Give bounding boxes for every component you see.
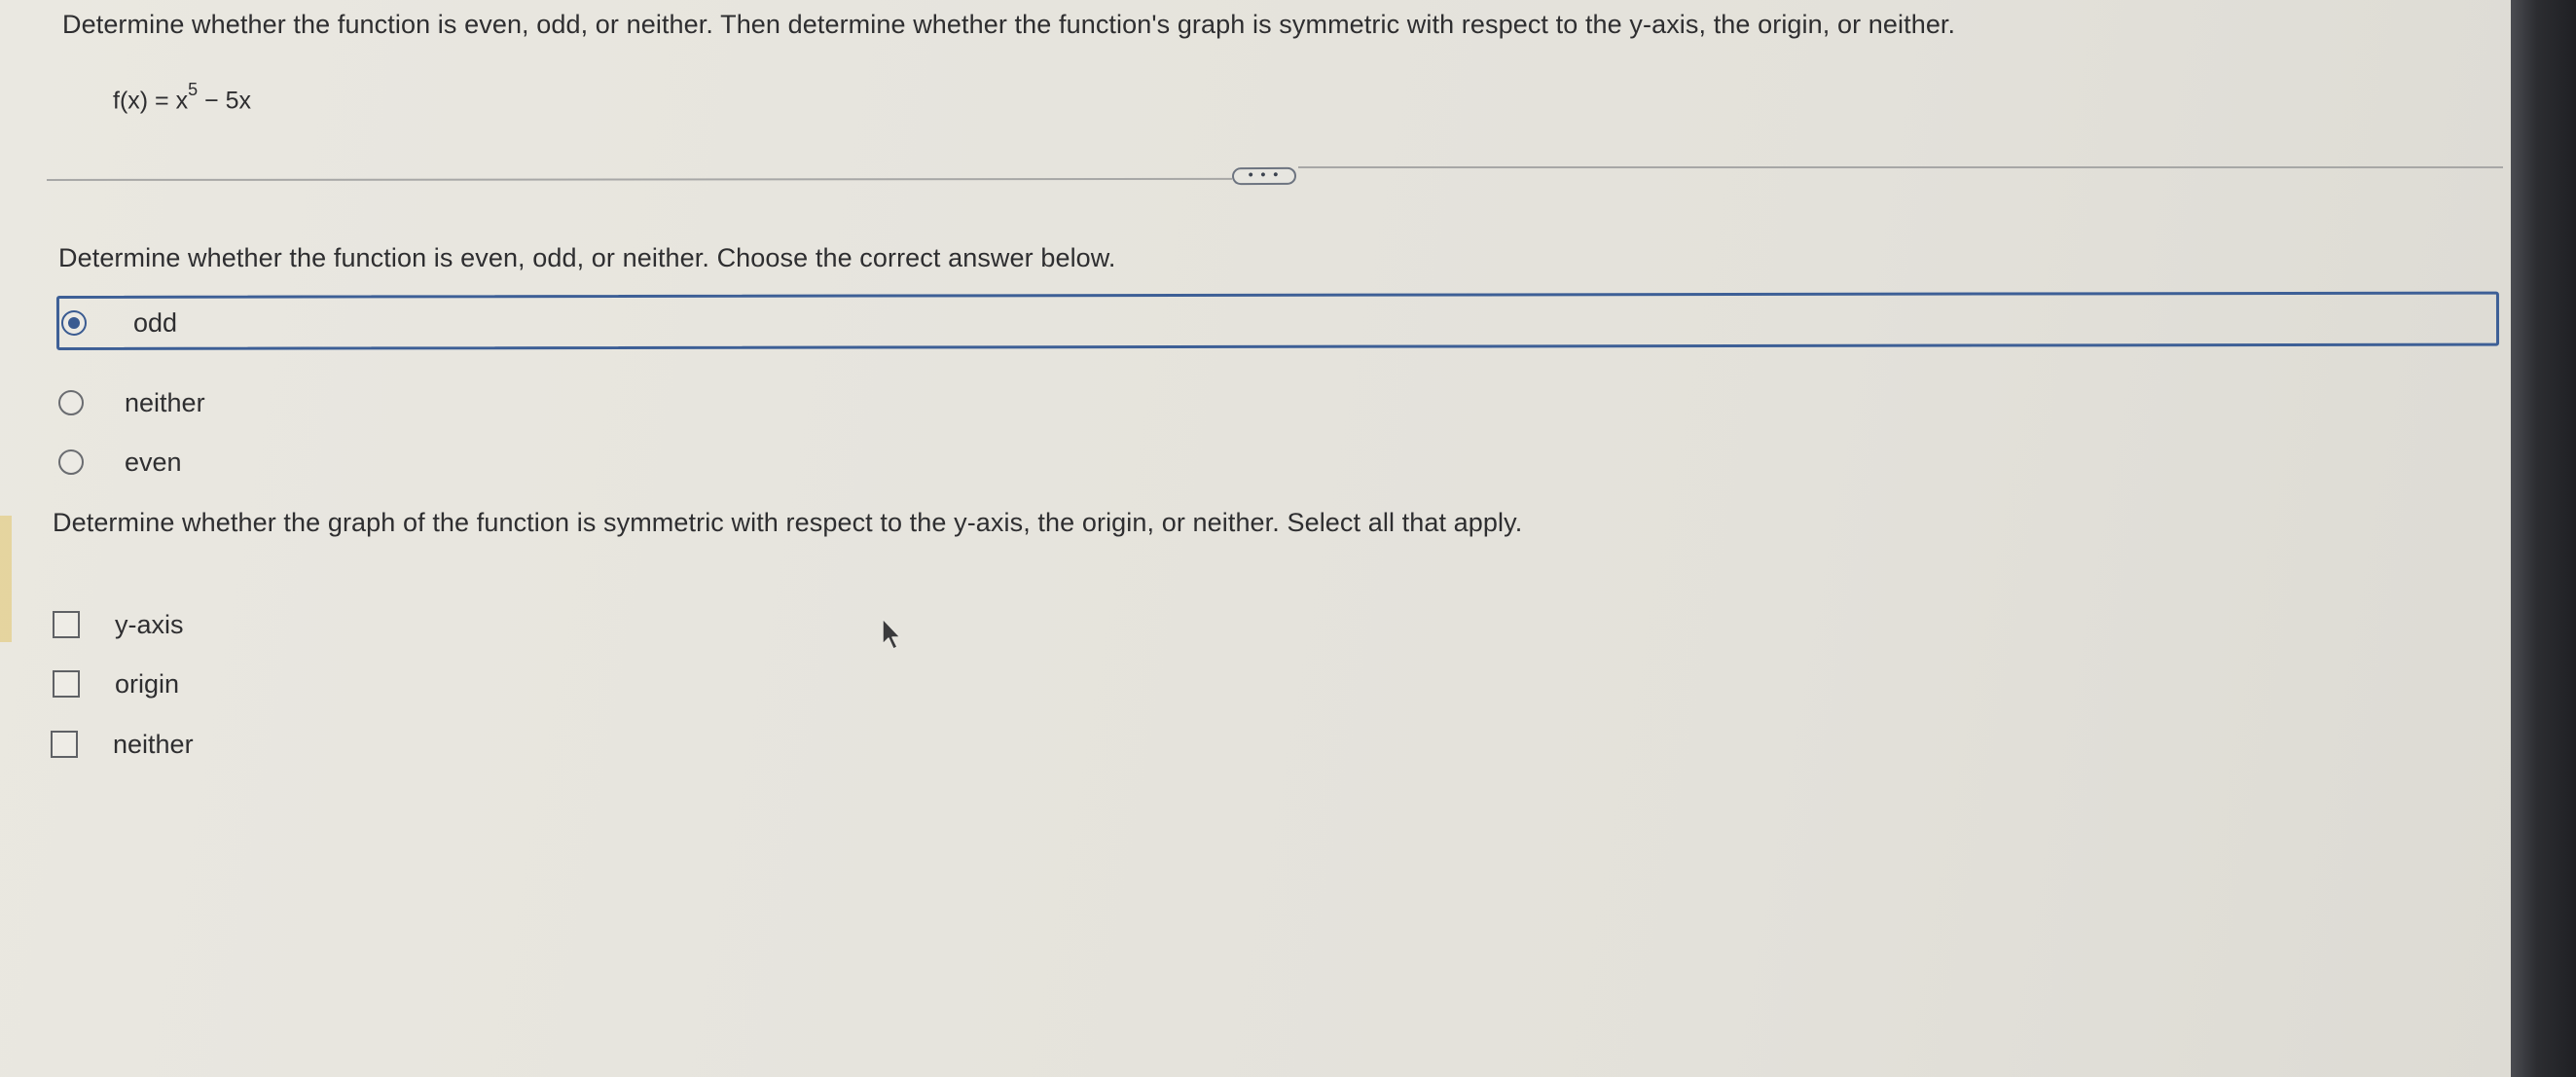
answer-option-neither[interactable]: neither xyxy=(58,378,205,427)
equation-exponent: 5 xyxy=(188,80,199,99)
answer-option-odd[interactable]: odd xyxy=(55,291,2500,350)
instructions-text: Determine whether the function is even, … xyxy=(62,10,1956,39)
answer-option-even[interactable]: even xyxy=(58,438,182,486)
left-edge-highlight xyxy=(0,516,12,642)
monitor-bezel xyxy=(2511,0,2576,1077)
radio-neither[interactable] xyxy=(58,390,84,415)
section-divider-right xyxy=(1298,166,2503,168)
option-label-even: even xyxy=(125,447,182,477)
check-label-y-axis: y-axis xyxy=(115,609,184,639)
question-screen: Determine whether the function is even, … xyxy=(0,0,2511,1077)
function-equation: f(x) = x5 − 5x xyxy=(113,80,252,115)
question2-prompt: Determine whether the graph of the funct… xyxy=(53,508,1523,537)
equation-base: f(x) = x xyxy=(113,87,189,115)
symmetry-option-y-axis[interactable]: y-axis xyxy=(53,600,184,649)
option-label-neither: neither xyxy=(125,387,205,417)
checkbox-y-axis[interactable] xyxy=(53,611,80,638)
check-label-neither: neither xyxy=(113,729,194,759)
mouse-cursor-icon xyxy=(882,618,901,650)
checkbox-origin[interactable] xyxy=(53,670,80,698)
option-label-odd: odd xyxy=(132,307,178,338)
radio-even[interactable] xyxy=(58,449,84,475)
equation-tail: − 5x xyxy=(198,87,252,115)
check-label-origin: origin xyxy=(115,668,180,699)
symmetry-option-origin[interactable]: origin xyxy=(53,660,179,708)
symmetry-option-neither[interactable]: neither xyxy=(51,720,194,769)
checkbox-neither[interactable] xyxy=(51,731,78,758)
radio-odd-selected[interactable] xyxy=(60,309,88,336)
expand-dots-button[interactable]: • • • xyxy=(1231,166,1297,186)
question1-prompt: Determine whether the function is even, … xyxy=(58,243,1116,272)
section-divider-left xyxy=(46,177,1233,181)
